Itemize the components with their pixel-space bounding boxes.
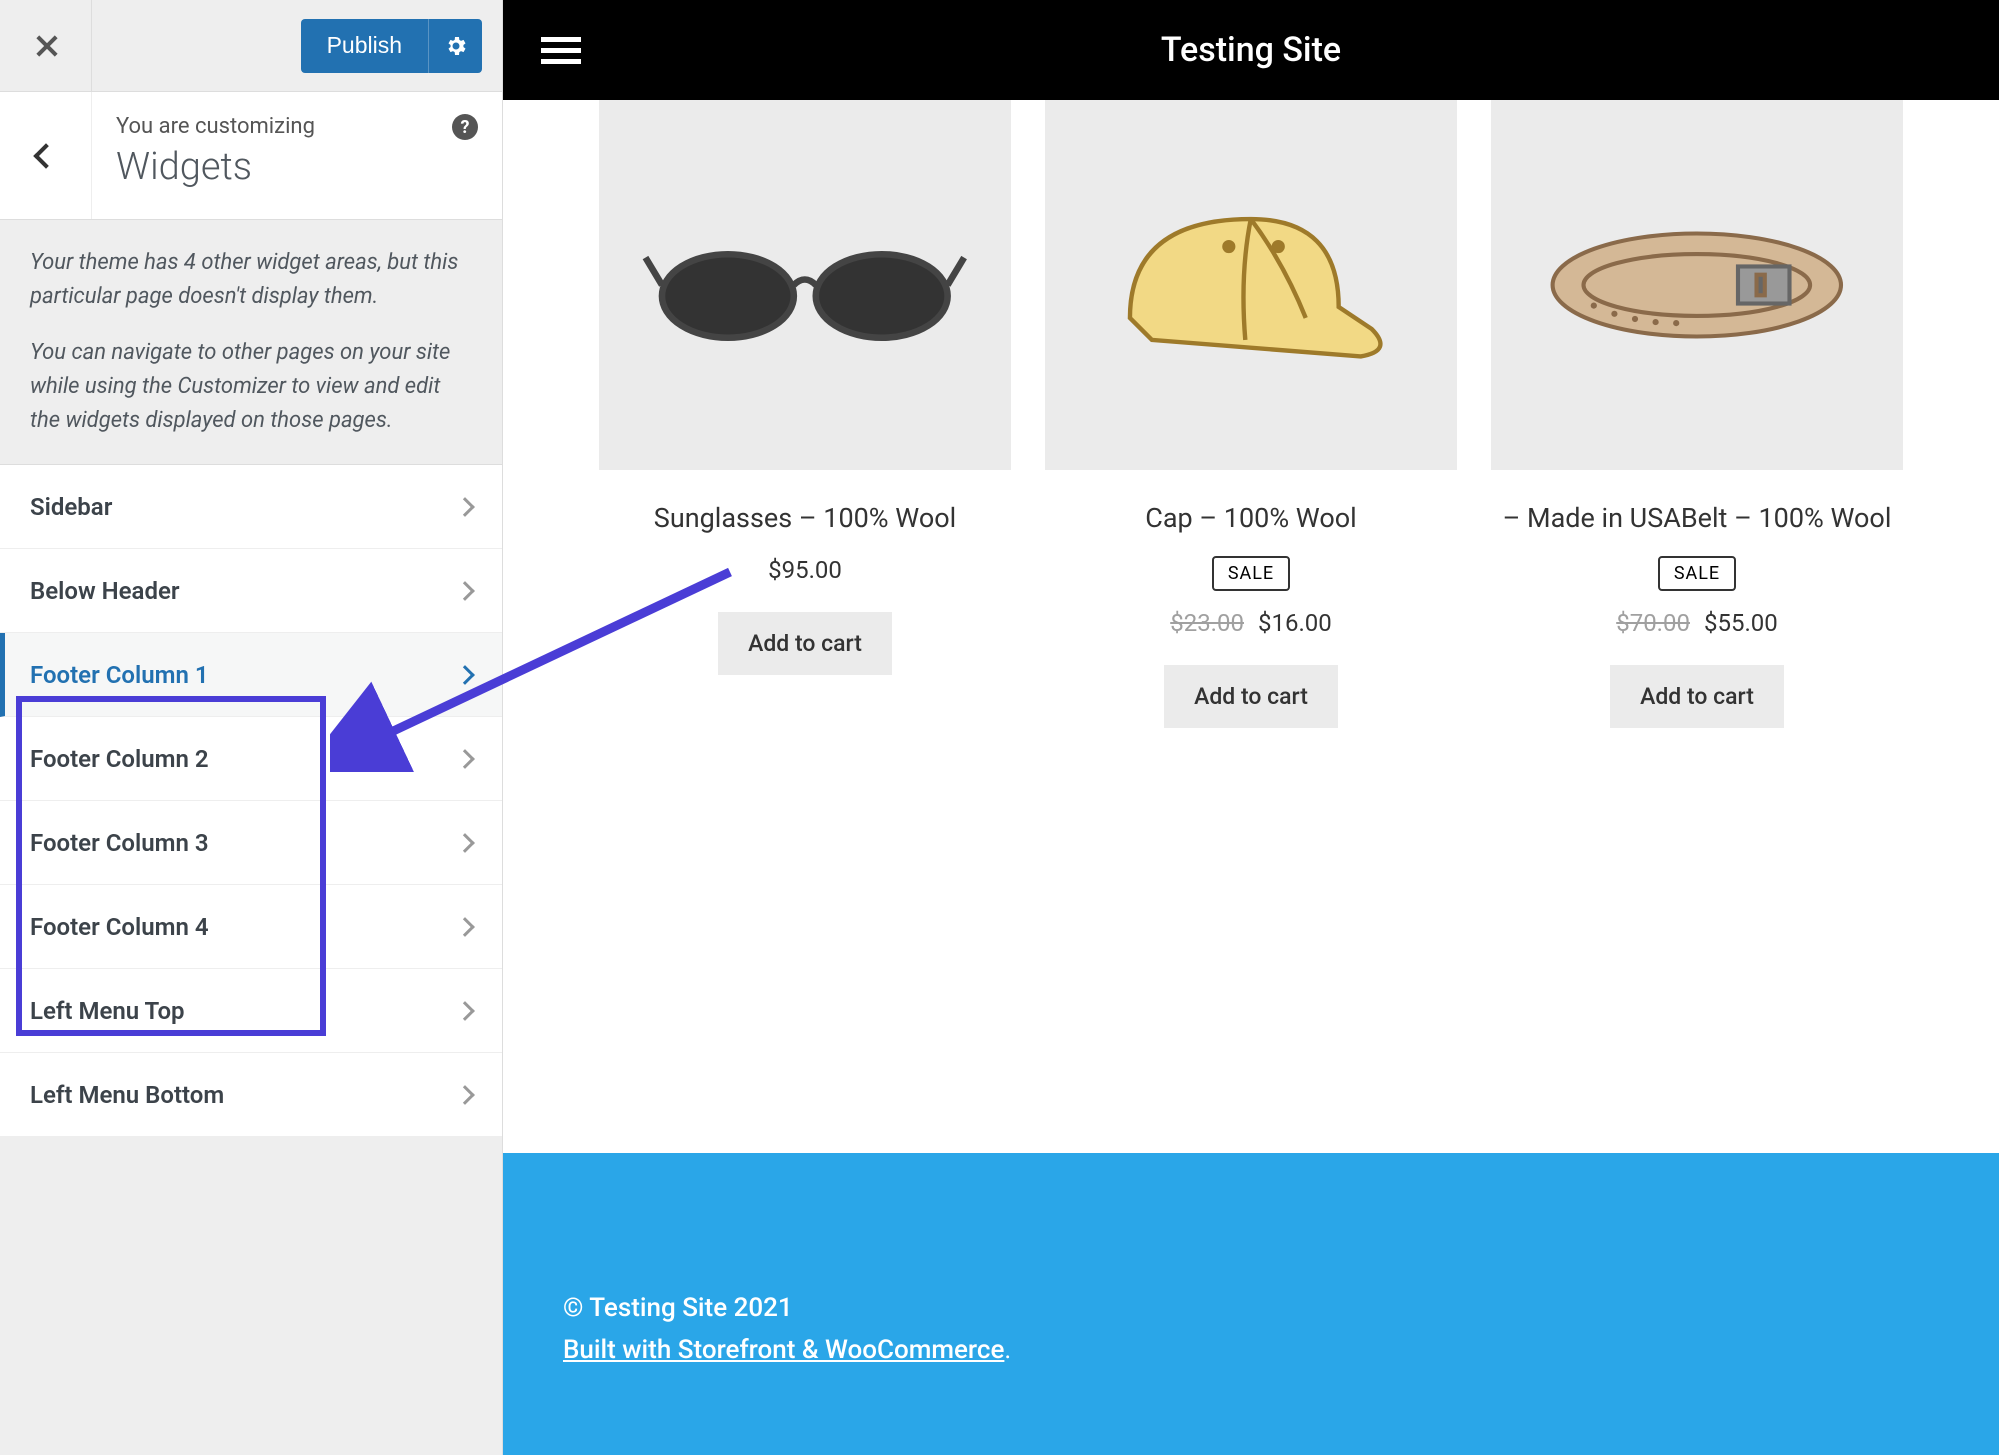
widget-area-item[interactable]: Left Menu Bottom bbox=[0, 1053, 502, 1137]
product-title[interactable]: – Made in USABelt – 100% Wool bbox=[1491, 500, 1903, 538]
chevron-left-icon bbox=[33, 143, 58, 168]
publish-settings-button[interactable] bbox=[428, 19, 482, 73]
back-button[interactable] bbox=[0, 92, 92, 219]
chevron-right-icon bbox=[455, 665, 475, 685]
widget-area-item[interactable]: Footer Column 1 bbox=[0, 633, 502, 717]
widget-area-label: Footer Column 4 bbox=[30, 913, 209, 941]
desc-line-1: Your theme has 4 other widget areas, but… bbox=[30, 246, 472, 314]
product-price: $95.00 bbox=[599, 556, 1011, 584]
widget-area-item[interactable]: Footer Column 3 bbox=[0, 801, 502, 885]
product-image[interactable] bbox=[599, 100, 1011, 470]
chevron-right-icon bbox=[455, 1001, 475, 1021]
footer-credit-link[interactable]: Built with Storefront & WooCommerce bbox=[563, 1335, 1004, 1365]
customizer-panel: Publish You are customizing Widgets ? Yo… bbox=[0, 0, 503, 1455]
product-title[interactable]: Cap – 100% Wool bbox=[1045, 500, 1457, 538]
site-header: Testing Site bbox=[503, 0, 1999, 100]
chevron-right-icon bbox=[455, 581, 475, 601]
desc-line-2: You can navigate to other pages on your … bbox=[30, 336, 472, 438]
product-price: $23.00 $16.00 bbox=[1045, 609, 1457, 637]
old-price: $23.00 bbox=[1170, 609, 1244, 637]
site-footer: © Testing Site 2021 Built with Storefron… bbox=[503, 1153, 1999, 1455]
publish-button[interactable]: Publish bbox=[301, 19, 482, 73]
product-title[interactable]: Sunglasses – 100% Wool bbox=[599, 500, 1011, 538]
widget-area-item[interactable]: Left Menu Top bbox=[0, 969, 502, 1053]
publish-label: Publish bbox=[301, 32, 428, 59]
header-subtitle: You are customizing bbox=[116, 114, 478, 139]
widget-area-label: Left Menu Top bbox=[30, 997, 185, 1025]
chevron-right-icon bbox=[455, 497, 475, 517]
panel-description: Your theme has 4 other widget areas, but… bbox=[0, 220, 502, 464]
product-price: $70.00 $55.00 bbox=[1491, 609, 1903, 637]
gear-icon bbox=[444, 34, 468, 58]
add-to-cart-button[interactable]: Add to cart bbox=[1164, 665, 1338, 728]
widget-area-label: Footer Column 2 bbox=[30, 745, 209, 773]
widget-area-label: Left Menu Bottom bbox=[30, 1081, 224, 1109]
menu-button[interactable] bbox=[541, 31, 581, 70]
product-image[interactable] bbox=[1491, 100, 1903, 470]
product-card: Cap – 100% Wool SALE $23.00 $16.00 Add to ca… bbox=[1045, 100, 1457, 1093]
widget-area-item[interactable]: Sidebar bbox=[0, 465, 502, 549]
header-title: Widgets bbox=[116, 145, 478, 189]
chevron-right-icon bbox=[455, 833, 475, 853]
customizer-topbar: Publish bbox=[0, 0, 502, 92]
preview-pane: Testing Site Sunglasses – 100% Wool $95.0… bbox=[503, 0, 1999, 1455]
close-icon bbox=[33, 33, 59, 59]
help-icon[interactable]: ? bbox=[452, 114, 478, 140]
chevron-right-icon bbox=[455, 917, 475, 937]
products-grid: Sunglasses – 100% Wool$95.00Add to cartC… bbox=[503, 100, 1999, 1153]
current-price: $55.00 bbox=[1704, 609, 1778, 637]
add-to-cart-button[interactable]: Add to cart bbox=[1610, 665, 1784, 728]
widget-area-label: Footer Column 1 bbox=[30, 661, 209, 689]
close-button[interactable] bbox=[0, 0, 92, 91]
widget-area-item[interactable]: Footer Column 4 bbox=[0, 885, 502, 969]
widget-area-list: Sidebar Below Header Footer Column 1 Footer… bbox=[0, 464, 502, 1137]
chevron-right-icon bbox=[455, 1085, 475, 1105]
current-price: $95.00 bbox=[768, 556, 842, 584]
product-image[interactable] bbox=[1045, 100, 1457, 470]
sale-badge: SALE bbox=[1212, 556, 1290, 591]
current-price: $16.00 bbox=[1258, 609, 1332, 637]
site-title: Testing Site bbox=[1161, 30, 1341, 70]
footer-copyright: © Testing Site 2021 bbox=[563, 1293, 1939, 1323]
widget-area-item[interactable]: Footer Column 2 bbox=[0, 717, 502, 801]
widget-area-label: Below Header bbox=[30, 577, 180, 605]
add-to-cart-button[interactable]: Add to cart bbox=[718, 612, 892, 675]
sale-badge: SALE bbox=[1658, 556, 1736, 591]
old-price: $70.00 bbox=[1616, 609, 1690, 637]
widget-area-item[interactable]: Below Header bbox=[0, 549, 502, 633]
panel-header: You are customizing Widgets ? bbox=[0, 92, 502, 220]
widget-area-label: Footer Column 3 bbox=[30, 829, 209, 857]
footer-credit-line: Built with Storefront & WooCommerce. bbox=[563, 1335, 1939, 1365]
chevron-right-icon bbox=[455, 749, 475, 769]
product-card: – Made in USABelt – 100% WoolSALE$70.00$… bbox=[1491, 100, 1903, 1093]
product-card: Sunglasses – 100% Wool $95.00 Add to cart bbox=[599, 100, 1011, 1093]
widget-area-label: Sidebar bbox=[30, 493, 112, 521]
